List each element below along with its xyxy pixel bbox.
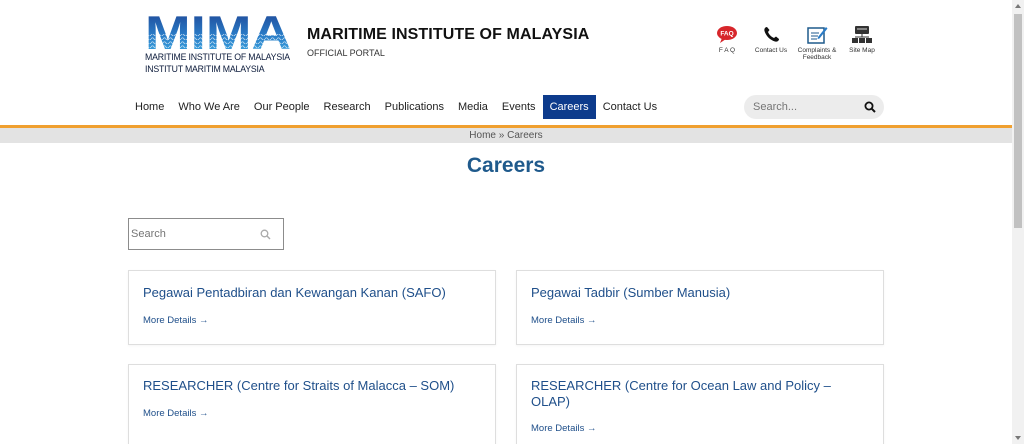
- complaints-feedback-link[interactable]: Complaints & Feedback: [792, 25, 842, 61]
- header-search: [744, 95, 884, 119]
- more-details-link[interactable]: More Details →: [143, 408, 208, 419]
- more-details-link[interactable]: More Details →: [531, 423, 596, 434]
- svg-text:FAQ: FAQ: [720, 31, 733, 38]
- breadcrumb-current: Careers: [507, 130, 543, 141]
- contact-us-link[interactable]: Contact Us: [746, 25, 796, 54]
- sitemap-icon: [852, 26, 872, 43]
- job-title[interactable]: RESEARCHER (Centre for Ocean Law and Pol…: [531, 378, 851, 410]
- logo-english-name: MARITIME INSTITUTE OF MALAYSIA: [145, 52, 290, 63]
- site-map-label: Site Map: [849, 47, 875, 54]
- job-card: Pegawai Tadbir (Sumber Manusia) More Det…: [516, 270, 884, 345]
- nav-research[interactable]: Research: [317, 95, 378, 119]
- mima-logo-mark: MIMA: [145, 12, 291, 52]
- job-title[interactable]: RESEARCHER (Centre for Straits of Malacc…: [143, 378, 454, 394]
- nav-media[interactable]: Media: [451, 95, 495, 119]
- search-icon[interactable]: [864, 101, 876, 113]
- job-card: Pegawai Pentadbiran dan Kewangan Kanan (…: [128, 270, 496, 345]
- faq-label: F A Q: [718, 47, 736, 54]
- job-title[interactable]: Pegawai Pentadbiran dan Kewangan Kanan (…: [143, 285, 446, 301]
- site-title: MARITIME INSTITUTE OF MALAYSIA: [307, 26, 590, 43]
- nav-contact-us[interactable]: Contact Us: [596, 95, 664, 119]
- scrollbar-thumb[interactable]: [1014, 14, 1022, 228]
- contact-us-label: Contact Us: [754, 47, 788, 54]
- faq-icon: FAQ: [717, 26, 737, 43]
- feedback-icon: [807, 27, 828, 44]
- nav-who-we-are[interactable]: Who We Are: [171, 95, 247, 119]
- careers-search: [128, 218, 284, 250]
- page-scrollbar[interactable]: [1012, 0, 1024, 444]
- nav-our-people[interactable]: Our People: [247, 95, 317, 119]
- scroll-down-arrow-icon[interactable]: [1012, 432, 1024, 444]
- phone-icon: [764, 27, 779, 42]
- nav-publications[interactable]: Publications: [378, 95, 451, 119]
- site-subtitle: OFFICIAL PORTAL: [307, 48, 385, 58]
- scroll-up-arrow-icon[interactable]: [1012, 0, 1024, 12]
- complaints-label: Complaints &: [797, 47, 837, 54]
- more-details-link[interactable]: More Details →: [143, 315, 208, 326]
- breadcrumb: Home » Careers: [0, 128, 1012, 143]
- search-icon[interactable]: [260, 229, 271, 240]
- page-title: Careers: [466, 154, 546, 177]
- feedback-label: Feedback: [802, 54, 832, 61]
- logo-malay-name: INSTITUT MARITIM MALAYSIA: [145, 64, 265, 75]
- job-title[interactable]: Pegawai Tadbir (Sumber Manusia): [531, 285, 730, 301]
- nav-home[interactable]: Home: [128, 95, 171, 119]
- nav-careers[interactable]: Careers: [542, 95, 596, 119]
- faq-link[interactable]: FAQ F A Q: [702, 25, 752, 54]
- more-details-link[interactable]: More Details →: [531, 315, 596, 326]
- breadcrumb-home[interactable]: Home: [469, 130, 496, 141]
- job-card: RESEARCHER (Centre for Straits of Malacc…: [128, 364, 496, 444]
- careers-search-input[interactable]: [129, 219, 253, 249]
- job-card: RESEARCHER (Centre for Ocean Law and Pol…: [516, 364, 884, 444]
- nav-events[interactable]: Events: [495, 95, 543, 119]
- main-nav: Home Who We Are Our People Research Publ…: [128, 95, 664, 119]
- breadcrumb-separator: »: [495, 130, 508, 141]
- header-search-input[interactable]: [744, 95, 854, 119]
- site-logo[interactable]: MIMA MARITIME INSTITUTE OF MALAYSIA INST…: [145, 12, 291, 78]
- site-map-link[interactable]: Site Map: [837, 25, 887, 54]
